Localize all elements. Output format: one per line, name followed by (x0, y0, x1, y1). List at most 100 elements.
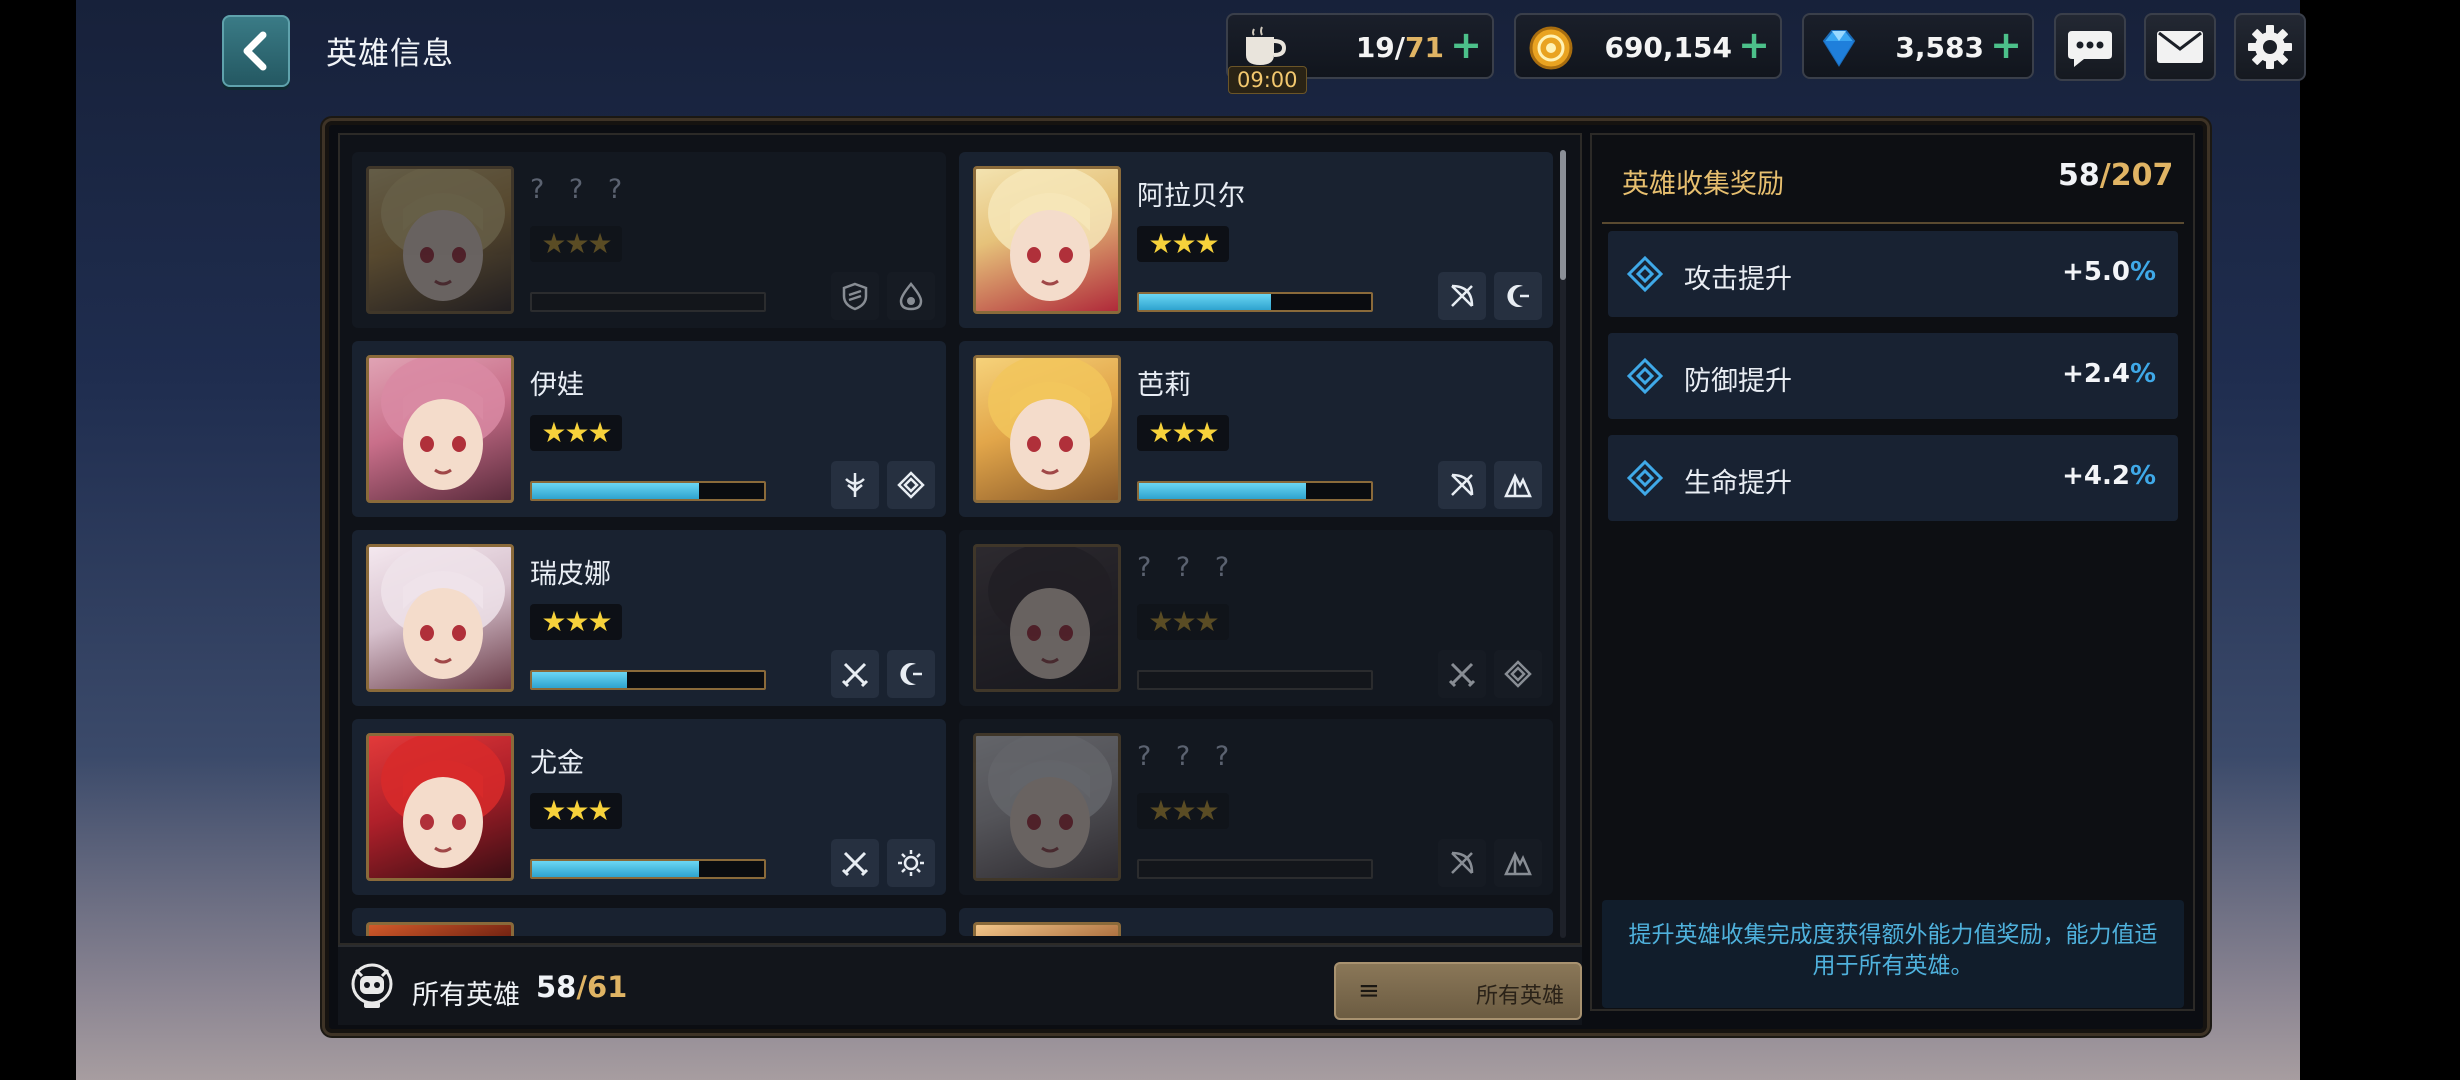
hero-card[interactable]: 伊娃 ★★★ (352, 341, 946, 517)
hero-card[interactable]: ? ? ? ★★★ (352, 152, 946, 328)
bonus-unit: % (2129, 461, 2156, 491)
hero-filter-button[interactable]: ≡ 所有英雄 (1334, 962, 1582, 1020)
hero-progress-bar (530, 670, 766, 690)
gold-box[interactable]: 690,154 + (1514, 13, 1782, 79)
reward-title: 英雄收集奖励 (1622, 169, 1784, 200)
hero-progress-bar (530, 292, 766, 312)
filter-label: 所有英雄 (1475, 984, 1564, 1009)
add-gold-button[interactable]: + (1738, 23, 1770, 67)
hero-stars: ★★★ (530, 793, 622, 829)
hero-portrait (366, 922, 514, 936)
bow-icon (1438, 461, 1486, 509)
left-black-bar (0, 0, 76, 1080)
total-hero-count: 61 (586, 970, 628, 1004)
bow-icon (1438, 272, 1486, 320)
hero-portrait (366, 355, 514, 503)
bonus-value: +5.0% (2062, 257, 2156, 287)
blue-gem-icon (1816, 25, 1862, 75)
hero-portrait (973, 733, 1121, 881)
settings-button[interactable] (2234, 13, 2306, 81)
hero-stars: ★★★ (530, 226, 622, 262)
hero-name: 芭莉 (1137, 370, 1191, 401)
bonus-row-hp: 生命提升 +4.2% (1608, 435, 2178, 521)
hero-name: 瑞皮娜 (530, 559, 611, 590)
hero-card[interactable]: 尤金 ★★★ (352, 719, 946, 895)
bonus-amount: +4.2 (2062, 461, 2130, 491)
staff-icon (831, 461, 879, 509)
diamond-icon (887, 461, 935, 509)
hero-progress-fill (532, 861, 700, 877)
hero-card[interactable]: ? ? ? ★★★ (959, 719, 1553, 895)
hero-portrait (973, 922, 1121, 936)
bonus-value: +2.4% (2062, 359, 2156, 389)
stat-diamond-icon (1626, 255, 1664, 297)
gem-value: 3,583 (1895, 31, 1984, 64)
gem-box[interactable]: 3,583 + (1802, 13, 2034, 79)
hero-progress-fill (532, 483, 700, 499)
hero-progress-bar (1137, 481, 1373, 501)
hero-card-partial[interactable] (959, 908, 1553, 936)
all-heroes-label: 所有英雄 (412, 980, 520, 1011)
hero-portrait (366, 166, 514, 314)
bonus-row-attack: 攻击提升 +5.0% (1608, 231, 2178, 317)
hero-card[interactable]: 瑞皮娜 ★★★ (352, 530, 946, 706)
gold-coin-icon (1528, 25, 1574, 75)
hero-name: 尤金 (530, 748, 584, 779)
gear-icon (2248, 25, 2292, 69)
hero-progress-bar (1137, 670, 1373, 690)
hero-collection-icon (348, 960, 396, 1014)
crossed-swords-icon (1438, 650, 1486, 698)
hero-progress-bar (530, 481, 766, 501)
count-separator: / (576, 970, 587, 1004)
reward-count: 58/207 (2058, 158, 2173, 193)
hero-card[interactable]: 芭莉 ★★★ (959, 341, 1553, 517)
chat-bubble-icon (2068, 31, 2112, 67)
add-stamina-button[interactable]: + (1450, 23, 1482, 67)
back-button[interactable] (222, 15, 290, 87)
menu-lines-icon: ≡ (1358, 976, 1380, 1006)
stamina-timer: 09:00 (1228, 66, 1307, 94)
hero-portrait (973, 355, 1121, 503)
scrollbar-thumb[interactable] (1560, 150, 1566, 280)
hero-card-partial[interactable] (352, 908, 946, 936)
stamina-separator: / (1394, 31, 1406, 64)
hero-portrait (973, 544, 1121, 692)
right-black-bar (2300, 0, 2460, 1080)
bonus-row-defense: 防御提升 +2.4% (1608, 333, 2178, 419)
owned-hero-count: 58 (536, 970, 577, 1004)
diamond-icon (1494, 650, 1542, 698)
hero-name: 阿拉贝尔 (1137, 181, 1245, 212)
add-gem-button[interactable]: + (1990, 23, 2022, 67)
chat-button[interactable] (2054, 13, 2126, 81)
all-heroes-count: 58/61 (536, 970, 627, 1004)
stamina-current: 19 (1355, 31, 1395, 64)
hero-card[interactable]: ? ? ? ★★★ (959, 530, 1553, 706)
bow-icon (1438, 839, 1486, 887)
gold-value: 690,154 (1604, 31, 1732, 64)
sun-icon (887, 839, 935, 887)
water-drop-icon (887, 272, 935, 320)
bonus-label: 生命提升 (1684, 468, 1792, 499)
moon-icon (887, 650, 935, 698)
stat-diamond-icon (1626, 459, 1664, 501)
hero-stars: ★★★ (530, 415, 622, 451)
bonus-unit: % (2129, 257, 2156, 287)
hero-progress-fill (1139, 483, 1307, 499)
moon-icon (1494, 272, 1542, 320)
stamina-value: 19/71 (1356, 31, 1444, 64)
hero-portrait (973, 166, 1121, 314)
hero-name: ? ? ? (1137, 741, 1238, 772)
hero-name: ? ? ? (1137, 552, 1238, 583)
hero-name: 伊娃 (530, 370, 584, 401)
hero-stars: ★★★ (1137, 226, 1229, 262)
chevron-left-icon (243, 31, 267, 71)
bonus-amount: +5.0 (2062, 257, 2130, 287)
hero-stars: ★★★ (1137, 793, 1229, 829)
hero-progress-fill (1139, 294, 1272, 310)
shield-icon (831, 272, 879, 320)
hero-card[interactable]: 阿拉贝尔 ★★★ (959, 152, 1553, 328)
hero-portrait (366, 544, 514, 692)
hero-progress-fill (532, 672, 628, 688)
hero-name: ? ? ? (530, 174, 631, 205)
mail-button[interactable] (2144, 13, 2216, 81)
